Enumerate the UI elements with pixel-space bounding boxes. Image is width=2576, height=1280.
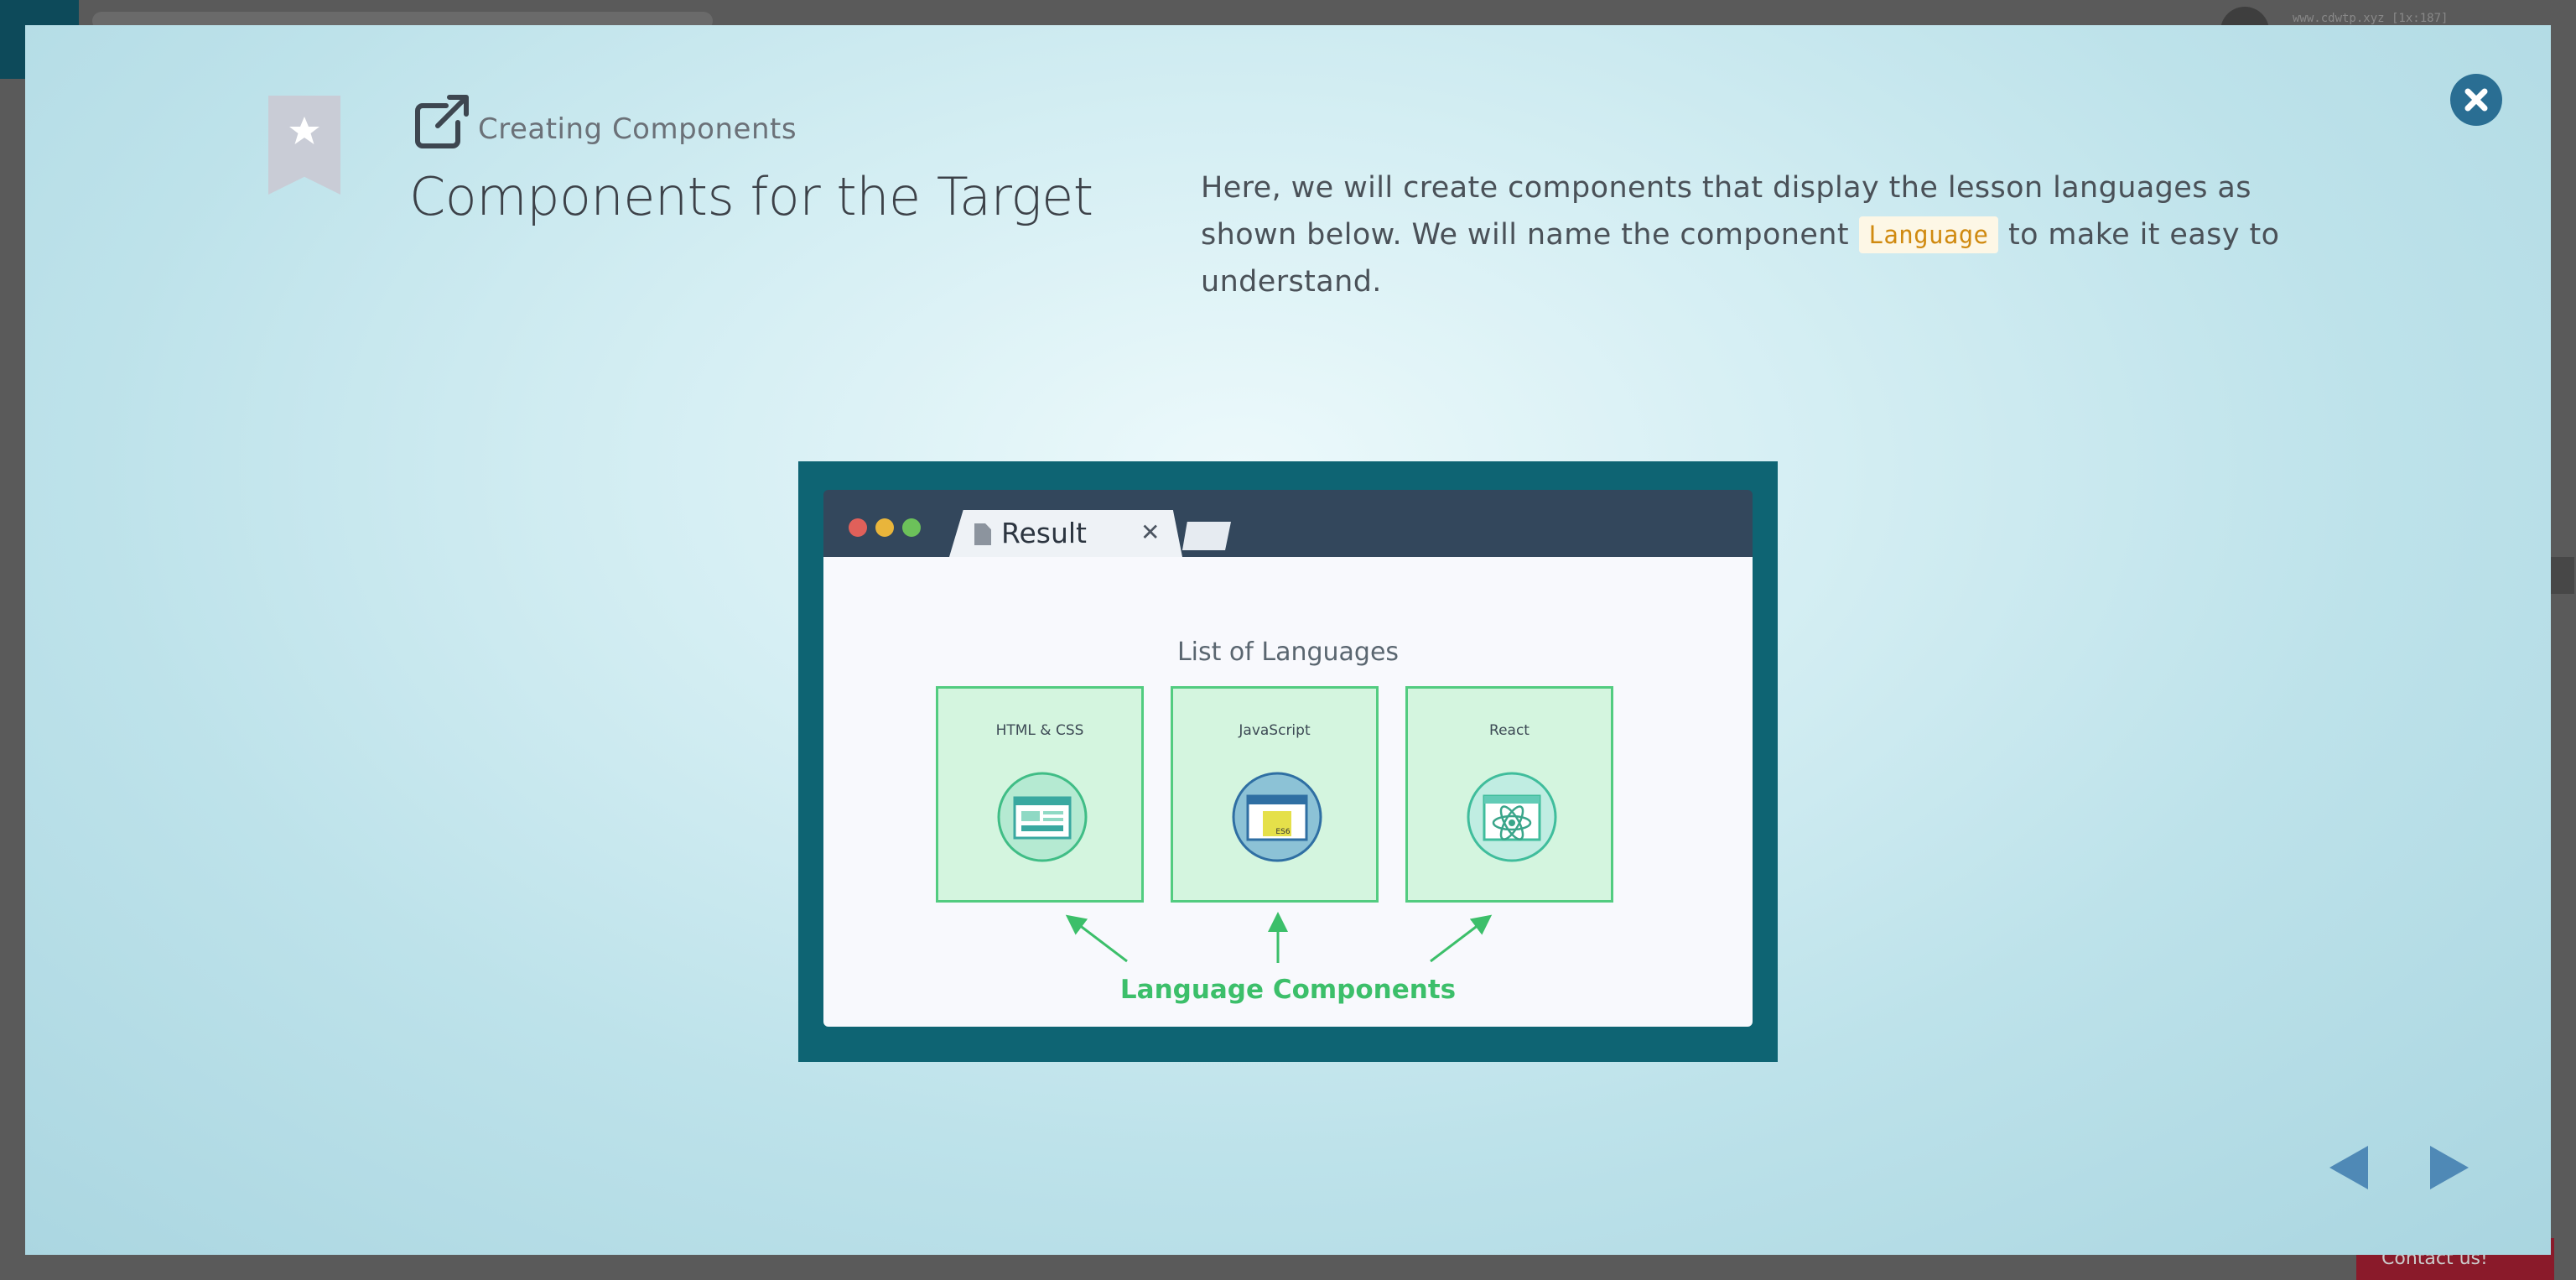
star-icon <box>289 117 319 144</box>
background-url-text: www.cdwtp.xyz [1x:187] <box>2293 12 2449 25</box>
slide-title: Components for the Target <box>409 166 1093 227</box>
browser-body: List of Languages HTML & CSS JavaScript … <box>823 557 1753 1027</box>
external-link-icon[interactable] <box>413 92 470 149</box>
close-button[interactable] <box>2450 74 2502 126</box>
language-components-caption: Language Components <box>1119 975 1457 1005</box>
browser-new-tab <box>1182 522 1231 550</box>
browser-tab-result: Result ✕ <box>949 510 1182 557</box>
triangle-left-icon[interactable] <box>2328 1144 2370 1191</box>
inline-code-language: Language <box>1858 216 1999 253</box>
window-close-dot <box>849 518 867 537</box>
pointer-arrows <box>1065 912 1493 963</box>
window-maximize-dot <box>902 518 921 537</box>
lesson-illustration: Result ✕ List of Languages HTML & CSS Ja… <box>798 461 1778 1062</box>
slide-subtitle: Creating Components <box>478 112 797 146</box>
triangle-right-icon[interactable] <box>2428 1144 2470 1191</box>
tab-label: Result <box>1001 517 1087 549</box>
slide-description: Here, we will create components that dis… <box>1201 164 2324 305</box>
arrow-to-react <box>1430 914 1493 963</box>
window-minimize-dot <box>875 518 894 537</box>
browser-window-illustration: Result ✕ List of Languages HTML & CSS Ja… <box>823 490 1753 1027</box>
tab-close-icon: ✕ <box>1140 518 1161 546</box>
background-scrollbar-thumb <box>2551 557 2574 594</box>
bookmark-star-icon[interactable] <box>268 96 340 195</box>
document-icon <box>974 523 991 545</box>
browser-titlebar: Result ✕ <box>823 490 1753 557</box>
close-circle-icon <box>2464 88 2488 112</box>
arrow-to-html-css <box>1065 914 1128 963</box>
lesson-slide-modal: Creating Components Components for the T… <box>25 25 2551 1255</box>
